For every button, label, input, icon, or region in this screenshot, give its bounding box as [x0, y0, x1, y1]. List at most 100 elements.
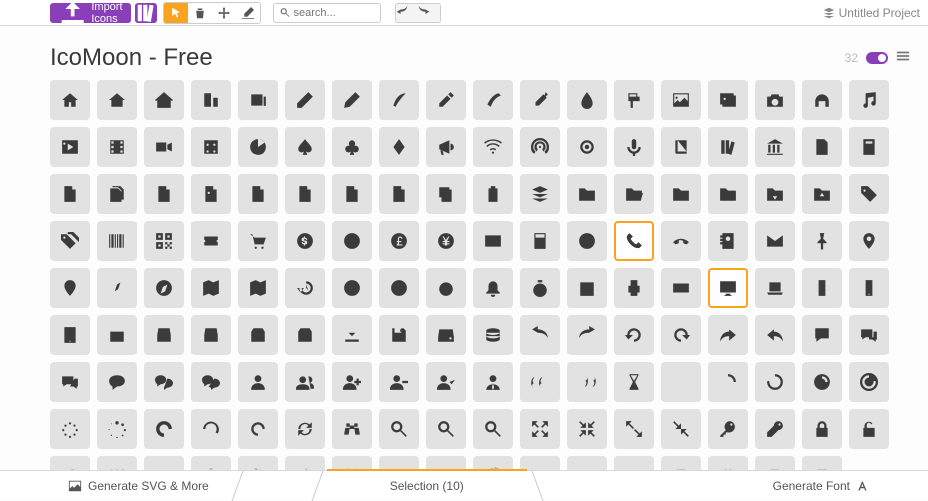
icon-cell-history[interactable]	[285, 268, 325, 308]
icon-cell-redo2[interactable]	[661, 315, 701, 355]
icon-cell-key[interactable]	[708, 409, 748, 449]
icon-cell-coin-dollar[interactable]	[285, 221, 325, 261]
icon-cell-files-empty[interactable]	[97, 174, 137, 214]
icon-cell-location[interactable]	[849, 221, 889, 261]
icon-cell-forward[interactable]	[708, 315, 748, 355]
icon-cell-bubbles3[interactable]	[144, 362, 184, 402]
icon-cell-laptop[interactable]	[755, 268, 795, 308]
icon-cell-enlarge2[interactable]	[614, 409, 654, 449]
icon-cell-camera[interactable]	[755, 80, 795, 120]
icon-cell-mobile[interactable]	[802, 268, 842, 308]
icon-cell-shrink[interactable]	[567, 409, 607, 449]
delete-tool[interactable]	[188, 3, 212, 23]
icon-cell-file-play[interactable]	[285, 174, 325, 214]
set-menu[interactable]	[896, 49, 910, 68]
search-field[interactable]	[273, 3, 381, 23]
icon-cell-play[interactable]	[50, 127, 90, 167]
icon-cell-images[interactable]	[708, 80, 748, 120]
icon-cell-pacman[interactable]	[238, 127, 278, 167]
icon-cell-spinner3[interactable]	[755, 362, 795, 402]
icon-cell-map[interactable]	[191, 268, 231, 308]
icon-cell-user-minus[interactable]	[379, 362, 419, 402]
icon-cell-home2[interactable]	[97, 80, 137, 120]
icon-cell-drive[interactable]	[426, 315, 466, 355]
icon-cell-map2[interactable]	[238, 268, 278, 308]
icon-cell-file-text[interactable]	[802, 127, 842, 167]
icon-cell-search[interactable]	[379, 409, 419, 449]
icon-cell-quill[interactable]	[379, 80, 419, 120]
icon-cell-clock2[interactable]	[379, 268, 419, 308]
icon-cell-spinner[interactable]	[661, 362, 701, 402]
undo-button[interactable]	[396, 4, 418, 22]
icon-cell-bubbles4[interactable]	[191, 362, 231, 402]
icon-cell-calendar[interactable]	[567, 268, 607, 308]
icon-cell-copy[interactable]	[426, 174, 466, 214]
icon-cell-image[interactable]	[661, 80, 701, 120]
icon-cell-credit-card[interactable]	[473, 221, 513, 261]
icon-cell-location2[interactable]	[50, 268, 90, 308]
icon-cell-spinner6[interactable]	[50, 409, 90, 449]
icon-cell-home[interactable]	[50, 80, 90, 120]
set-toggle[interactable]	[866, 52, 888, 64]
generate-svg-button[interactable]: Generate SVG & More	[50, 471, 227, 501]
icon-cell-quotes-left[interactable]	[520, 362, 560, 402]
icon-cell-zoom-out[interactable]	[473, 409, 513, 449]
icon-cell-compass2[interactable]	[144, 268, 184, 308]
icon-cell-keyboard[interactable]	[661, 268, 701, 308]
icon-cell-headphones[interactable]	[802, 80, 842, 120]
icon-cell-compass[interactable]	[97, 268, 137, 308]
icon-cell-qrcode[interactable]	[144, 221, 184, 261]
icon-cell-reply[interactable]	[755, 315, 795, 355]
icon-cell-spades[interactable]	[285, 127, 325, 167]
edit-tool[interactable]	[236, 3, 260, 23]
icon-cell-books[interactable]	[708, 127, 748, 167]
icon-cell-alarm[interactable]	[426, 268, 466, 308]
icon-cell-unlocked[interactable]	[849, 409, 889, 449]
icon-cell-spinner4[interactable]	[802, 362, 842, 402]
icon-cell-coin-yen[interactable]	[426, 221, 466, 261]
icon-cell-hour-glass[interactable]	[614, 362, 654, 402]
icon-cell-spinner9[interactable]	[191, 409, 231, 449]
import-icons-button[interactable]: Import Icons	[50, 3, 131, 23]
icon-cell-shrink2[interactable]	[661, 409, 701, 449]
redo-button[interactable]	[418, 4, 440, 22]
icon-cell-undo2[interactable]	[614, 315, 654, 355]
icon-cell-tablet[interactable]	[50, 315, 90, 355]
icon-cell-bubbles2[interactable]	[50, 362, 90, 402]
icon-cell-mic[interactable]	[614, 127, 654, 167]
icon-cell-phone-hang-up[interactable]	[661, 221, 701, 261]
icon-cell-drawer2[interactable]	[191, 315, 231, 355]
icon-cell-coin-euro[interactable]	[332, 221, 372, 261]
icon-cell-office[interactable]	[191, 80, 231, 120]
library-button[interactable]	[135, 3, 157, 23]
icon-cell-bullhorn[interactable]	[426, 127, 466, 167]
icon-cell-users[interactable]	[285, 362, 325, 402]
icon-cell-profile[interactable]	[849, 127, 889, 167]
icon-cell-file-picture[interactable]	[191, 174, 231, 214]
icon-cell-connection[interactable]	[473, 127, 513, 167]
icon-cell-quotes-right[interactable]	[567, 362, 607, 402]
icon-cell-pencil2[interactable]	[332, 80, 372, 120]
icon-cell-book[interactable]	[661, 127, 701, 167]
icon-cell-phone[interactable]	[614, 221, 654, 261]
icon-cell-stack[interactable]	[520, 174, 560, 214]
icon-cell-library[interactable]	[755, 127, 795, 167]
icon-cell-coin-pound[interactable]	[379, 221, 419, 261]
icon-cell-folder-minus[interactable]	[708, 174, 748, 214]
icon-cell-spinner8[interactable]	[144, 409, 184, 449]
icon-cell-address-book[interactable]	[708, 221, 748, 261]
icon-cell-spinner2[interactable]	[708, 362, 748, 402]
icon-cell-printer[interactable]	[614, 268, 654, 308]
icon-cell-tv[interactable]	[97, 315, 137, 355]
icon-cell-paint-format[interactable]	[614, 80, 654, 120]
icon-cell-price-tag[interactable]	[849, 174, 889, 214]
icon-cell-user-tie[interactable]	[473, 362, 513, 402]
icon-cell-zoom-in[interactable]	[426, 409, 466, 449]
icon-cell-file-text2[interactable]	[144, 174, 184, 214]
icon-cell-clubs[interactable]	[332, 127, 372, 167]
icon-cell-floppy-disk[interactable]	[379, 315, 419, 355]
icon-cell-stopwatch[interactable]	[520, 268, 560, 308]
move-tool[interactable]	[212, 3, 236, 23]
icon-cell-folder-download[interactable]	[755, 174, 795, 214]
icon-cell-bubbles[interactable]	[849, 315, 889, 355]
